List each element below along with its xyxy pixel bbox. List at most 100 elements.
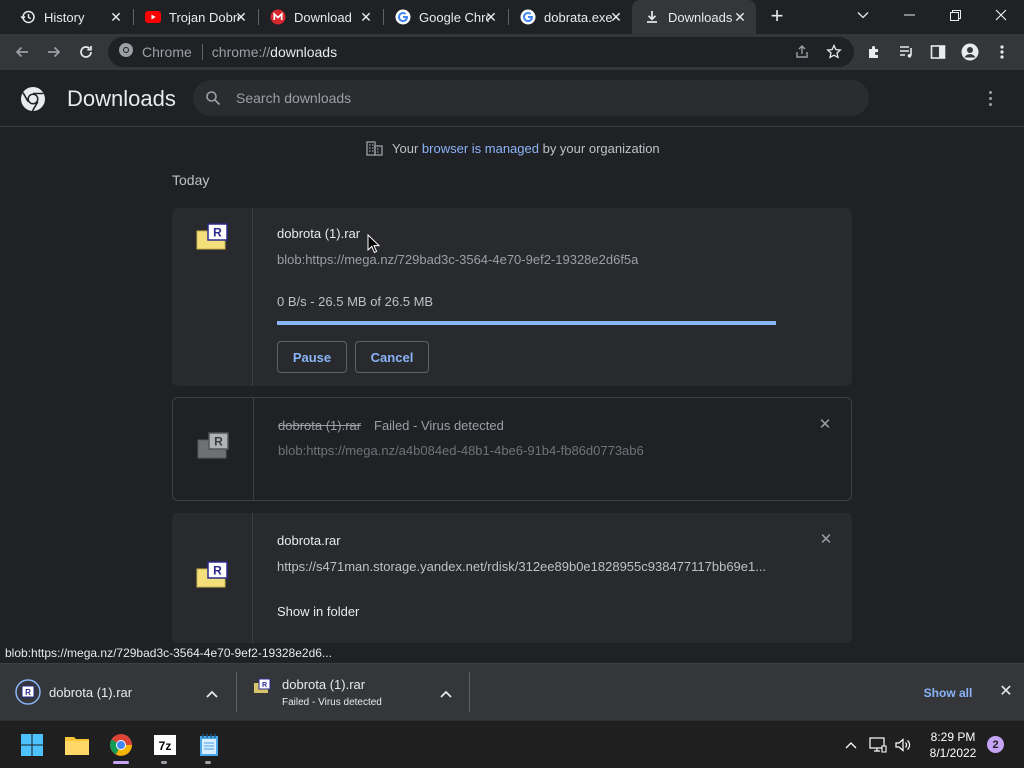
search-box[interactable] (193, 80, 869, 116)
remove-icon[interactable]: ✕ (818, 532, 834, 548)
cancel-button[interactable]: Cancel (355, 341, 429, 373)
mega-icon (270, 9, 286, 25)
tab-close-icon[interactable]: ✕ (732, 9, 748, 25)
svg-text:R: R (213, 226, 222, 240)
bookmark-star-icon[interactable] (826, 43, 842, 65)
file-url[interactable]: blob:https://mega.nz/729bad3c-3564-4e70-… (277, 252, 777, 267)
chevron-up-icon[interactable] (841, 735, 861, 755)
failed-status: Failed - Virus detected (374, 418, 504, 433)
building-icon (366, 140, 383, 156)
extensions-icon[interactable] (860, 38, 888, 66)
remove-icon[interactable]: ✕ (817, 417, 833, 433)
back-button[interactable] (8, 38, 36, 66)
browser-toolbar: Chrome chrome://downloads (0, 34, 1024, 70)
file-name[interactable]: dobrota (1).rar (277, 226, 360, 241)
file-name: dobrota (1).rar (278, 418, 362, 433)
network-icon[interactable] (868, 735, 888, 755)
notepad-icon[interactable] (193, 729, 225, 761)
minimize-button[interactable] (886, 0, 932, 30)
tab-title: Download (294, 9, 352, 25)
shelf-item[interactable]: R dobrota (1).rar (0, 664, 236, 720)
rar-file-icon: R (197, 432, 229, 500)
shelf-item-failed[interactable]: R dobrota (1).rar Failed - Virus detecte… (237, 664, 469, 720)
media-control-icon[interactable] (892, 38, 920, 66)
tab-history[interactable]: History ✕ (8, 0, 132, 34)
svg-text:7z: 7z (159, 739, 172, 753)
managed-suffix: by your organization (542, 140, 660, 156)
shelf-file-name: dobrota (1).rar (282, 676, 366, 692)
tab-downloads[interactable]: Downloads ✕ (632, 0, 756, 34)
tab-youtube[interactable]: Trojan Dobrota ✕ (133, 0, 257, 34)
7zip-icon[interactable]: 7z (149, 729, 181, 761)
omnibox-divider (201, 44, 203, 60)
clock-date: 8/1/2022 (929, 746, 977, 760)
site-label: Chrome (142, 44, 192, 60)
svg-text:R: R (25, 688, 31, 697)
file-url: blob:https://mega.nz/a4b084ed-48b1-4be6-… (278, 443, 644, 458)
share-icon[interactable] (794, 44, 810, 65)
address-bar[interactable]: Chrome chrome://downloads (108, 37, 854, 67)
managed-link[interactable]: browser is managed (422, 141, 539, 156)
progress-bar (277, 321, 776, 325)
restore-button[interactable] (932, 0, 978, 30)
download-icon (644, 9, 660, 25)
app-indicator (161, 761, 167, 764)
status-bar: blob:https://mega.nz/729bad3c-3564-4e70-… (0, 643, 337, 663)
new-tab-button[interactable]: + (766, 5, 788, 28)
downloads-list: Your browser is managed by your organiza… (0, 128, 1024, 663)
close-shelf-icon[interactable]: ✕ (998, 684, 1014, 700)
chrome-icon[interactable] (105, 729, 137, 761)
tab-close-icon[interactable]: ✕ (483, 9, 499, 25)
chrome-menu-icon[interactable] (988, 38, 1016, 66)
chevron-up-icon[interactable] (439, 686, 453, 698)
tab-title: History (44, 9, 85, 25)
tab-title: Downloads (668, 9, 733, 25)
notification-badge[interactable]: 2 (987, 736, 1004, 753)
file-url[interactable]: https://s471man.storage.yandex.net/rdisk… (277, 559, 777, 574)
more-actions-icon[interactable] (980, 88, 1000, 108)
profile-icon[interactable] (956, 38, 984, 66)
tab-mega[interactable]: Download ✕ (258, 0, 382, 34)
reload-button[interactable] (72, 38, 100, 66)
pause-button[interactable]: Pause (277, 341, 347, 373)
page-title: Downloads (67, 86, 176, 111)
active-app-indicator (113, 761, 129, 764)
download-shelf: R dobrota (1).rar R dobrota (1).rar Fail… (0, 663, 1024, 720)
tab-close-icon[interactable]: ✕ (608, 9, 624, 25)
date-header: Today (172, 172, 210, 188)
file-explorer-icon[interactable] (61, 729, 93, 761)
site-info[interactable]: Chrome (108, 42, 192, 63)
downloads-header: Downloads (0, 70, 1024, 127)
svg-text:R: R (213, 564, 222, 578)
search-icon (205, 90, 221, 106)
tab-search-icon[interactable] (840, 0, 886, 30)
file-name-link[interactable]: dobrota.rar (277, 533, 341, 548)
forward-button[interactable] (40, 38, 68, 66)
managed-notice: Your browser is managed by your organiza… (366, 140, 660, 156)
tab-close-icon[interactable]: ✕ (108, 9, 124, 25)
show-all-button[interactable]: Show all (914, 681, 982, 705)
tab-google-chrome[interactable]: Google Chrome ✕ (383, 0, 507, 34)
managed-prefix: Your (392, 140, 419, 156)
url-scheme: chrome:// (211, 44, 271, 60)
history-icon (20, 9, 36, 25)
show-in-folder-link[interactable]: Show in folder (277, 604, 359, 619)
tab-close-icon[interactable]: ✕ (358, 9, 374, 25)
rar-file-icon: R (253, 678, 271, 694)
tab-title: Trojan Dobrota (169, 9, 239, 25)
system-clock[interactable]: 8:29 PM 8/1/2022 (920, 729, 986, 761)
app-indicator (205, 761, 211, 764)
tab-close-icon[interactable]: ✕ (233, 9, 249, 25)
windows-taskbar: 7z 8:29 PM 8/1/2022 2 (0, 720, 1024, 768)
tab-title: Google Chrome (419, 9, 489, 25)
volume-icon[interactable] (893, 735, 913, 755)
download-item: R dobrota (1).rar blob:https://mega.nz/7… (172, 208, 852, 386)
search-input[interactable] (236, 90, 836, 106)
windows-start-icon[interactable] (16, 729, 48, 761)
tab-title: dobrata.exe (544, 9, 613, 25)
shelf-text: dobrota (1).rar Failed - Virus detected (282, 677, 382, 708)
side-panel-icon[interactable] (924, 38, 952, 66)
chevron-up-icon[interactable] (205, 686, 219, 698)
close-window-button[interactable] (978, 0, 1024, 30)
tab-dobrata-exe[interactable]: dobrata.exe ✕ (508, 0, 632, 34)
